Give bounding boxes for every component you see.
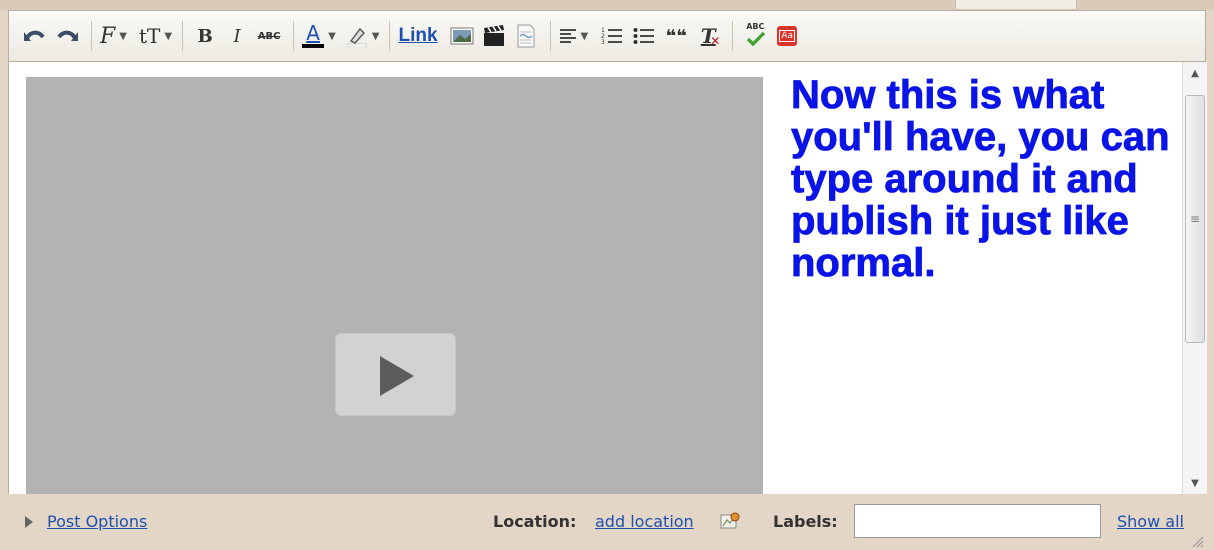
transliteration-label: Aa [779,30,796,42]
expand-triangle-icon[interactable] [25,516,33,528]
strikethrough-icon: ABC [257,30,281,42]
red-x-icon: ✕ [710,34,721,48]
text-color-icon: A [302,21,325,48]
spellcheck-label: ABC [746,22,765,31]
chevron-down-icon: ▼ [119,30,127,42]
bulleted-list-icon [633,28,655,44]
svg-text:3: 3 [601,39,605,46]
font-size-icon: tT [138,24,161,48]
scroll-down-arrow-icon[interactable]: ▼ [1183,472,1207,494]
numbered-list-button[interactable]: 123 [598,20,626,52]
remove-formatting-button[interactable]: T ✕ [694,20,722,52]
italic-button[interactable]: I [223,20,251,52]
spellcheck-button[interactable]: ABC [741,20,769,52]
resize-grip-icon[interactable] [1190,534,1204,548]
post-footer: Post Options Location: add location Labe… [8,494,1206,550]
align-left-icon [559,29,576,43]
chevron-down-icon: ▼ [371,30,380,42]
bold-button[interactable]: B [191,20,219,52]
blockquote-button[interactable]: ❝❝ [662,20,690,52]
video-clapper-icon [483,25,504,46]
font-size-button[interactable]: tT ▼ [139,20,172,52]
labels-label: Labels: [773,512,838,531]
toolbar-separator [732,21,734,51]
toolbar-separator [549,21,551,51]
toolbar-separator [293,21,295,51]
editor-scrollbar[interactable]: ▲ ≡ ▼ [1182,62,1207,494]
toolbar-separator [91,21,92,51]
insert-image-button[interactable] [448,20,476,52]
map-icon[interactable] [720,512,740,534]
redo-icon [57,30,78,41]
insert-video-button[interactable] [480,20,508,52]
editor-toolbar: F ▼ tT ▼ B I ABC A ▼ ▼ Link ▼ 123 ❝❝ T ✕… [8,10,1206,62]
jump-break-icon [517,24,535,48]
post-caption-text: Now this is what you'll have, you can ty… [791,73,1170,285]
image-icon [450,27,474,45]
scrollbar-thumb[interactable]: ≡ [1185,95,1205,343]
transliteration-icon: Aa [777,26,798,46]
embedded-video[interactable] [26,77,763,497]
post-editor-area[interactable]: Now this is what you'll have, you can ty… [8,62,1207,497]
numbered-list-icon: 123 [601,27,623,46]
quote-icon: ❝❝ [665,25,687,47]
text-color-button[interactable]: A ▼ [302,20,336,52]
top-tab[interactable] [955,0,1077,9]
chevron-down-icon: ▼ [328,30,336,42]
play-icon [380,356,414,396]
link-label: Link [398,25,438,46]
labels-input[interactable] [854,504,1101,538]
strikethrough-button[interactable]: ABC [255,20,283,52]
undo-button[interactable] [21,20,49,52]
show-all-link[interactable]: Show all [1117,512,1184,531]
bulleted-list-button[interactable] [630,20,658,52]
highlighter-icon [347,27,367,47]
toolbar-separator [389,21,391,51]
scroll-up-arrow-icon[interactable]: ▲ [1183,62,1207,84]
insert-jump-break-button[interactable] [512,20,540,52]
undo-icon [24,30,45,41]
font-icon: F [100,23,116,49]
play-button[interactable] [335,333,456,416]
transliteration-button[interactable]: Aa [773,20,801,52]
location-label: Location: [493,512,577,531]
chevron-down-icon: ▼ [164,30,173,42]
add-location-link[interactable]: add location [595,512,694,531]
highlight-color-button[interactable]: ▼ [346,20,380,52]
bold-icon: B [197,25,213,47]
post-options-link[interactable]: Post Options [47,512,147,531]
link-button[interactable]: Link [398,20,437,52]
font-family-button[interactable]: F ▼ [100,20,127,52]
italic-icon: I [233,25,241,47]
alignment-button[interactable]: ▼ [559,20,589,52]
chevron-down-icon: ▼ [580,30,589,42]
toolbar-separator [182,21,184,51]
text-color-letter: A [306,21,320,45]
redo-button[interactable] [53,20,81,52]
text-color-swatch [302,44,325,48]
